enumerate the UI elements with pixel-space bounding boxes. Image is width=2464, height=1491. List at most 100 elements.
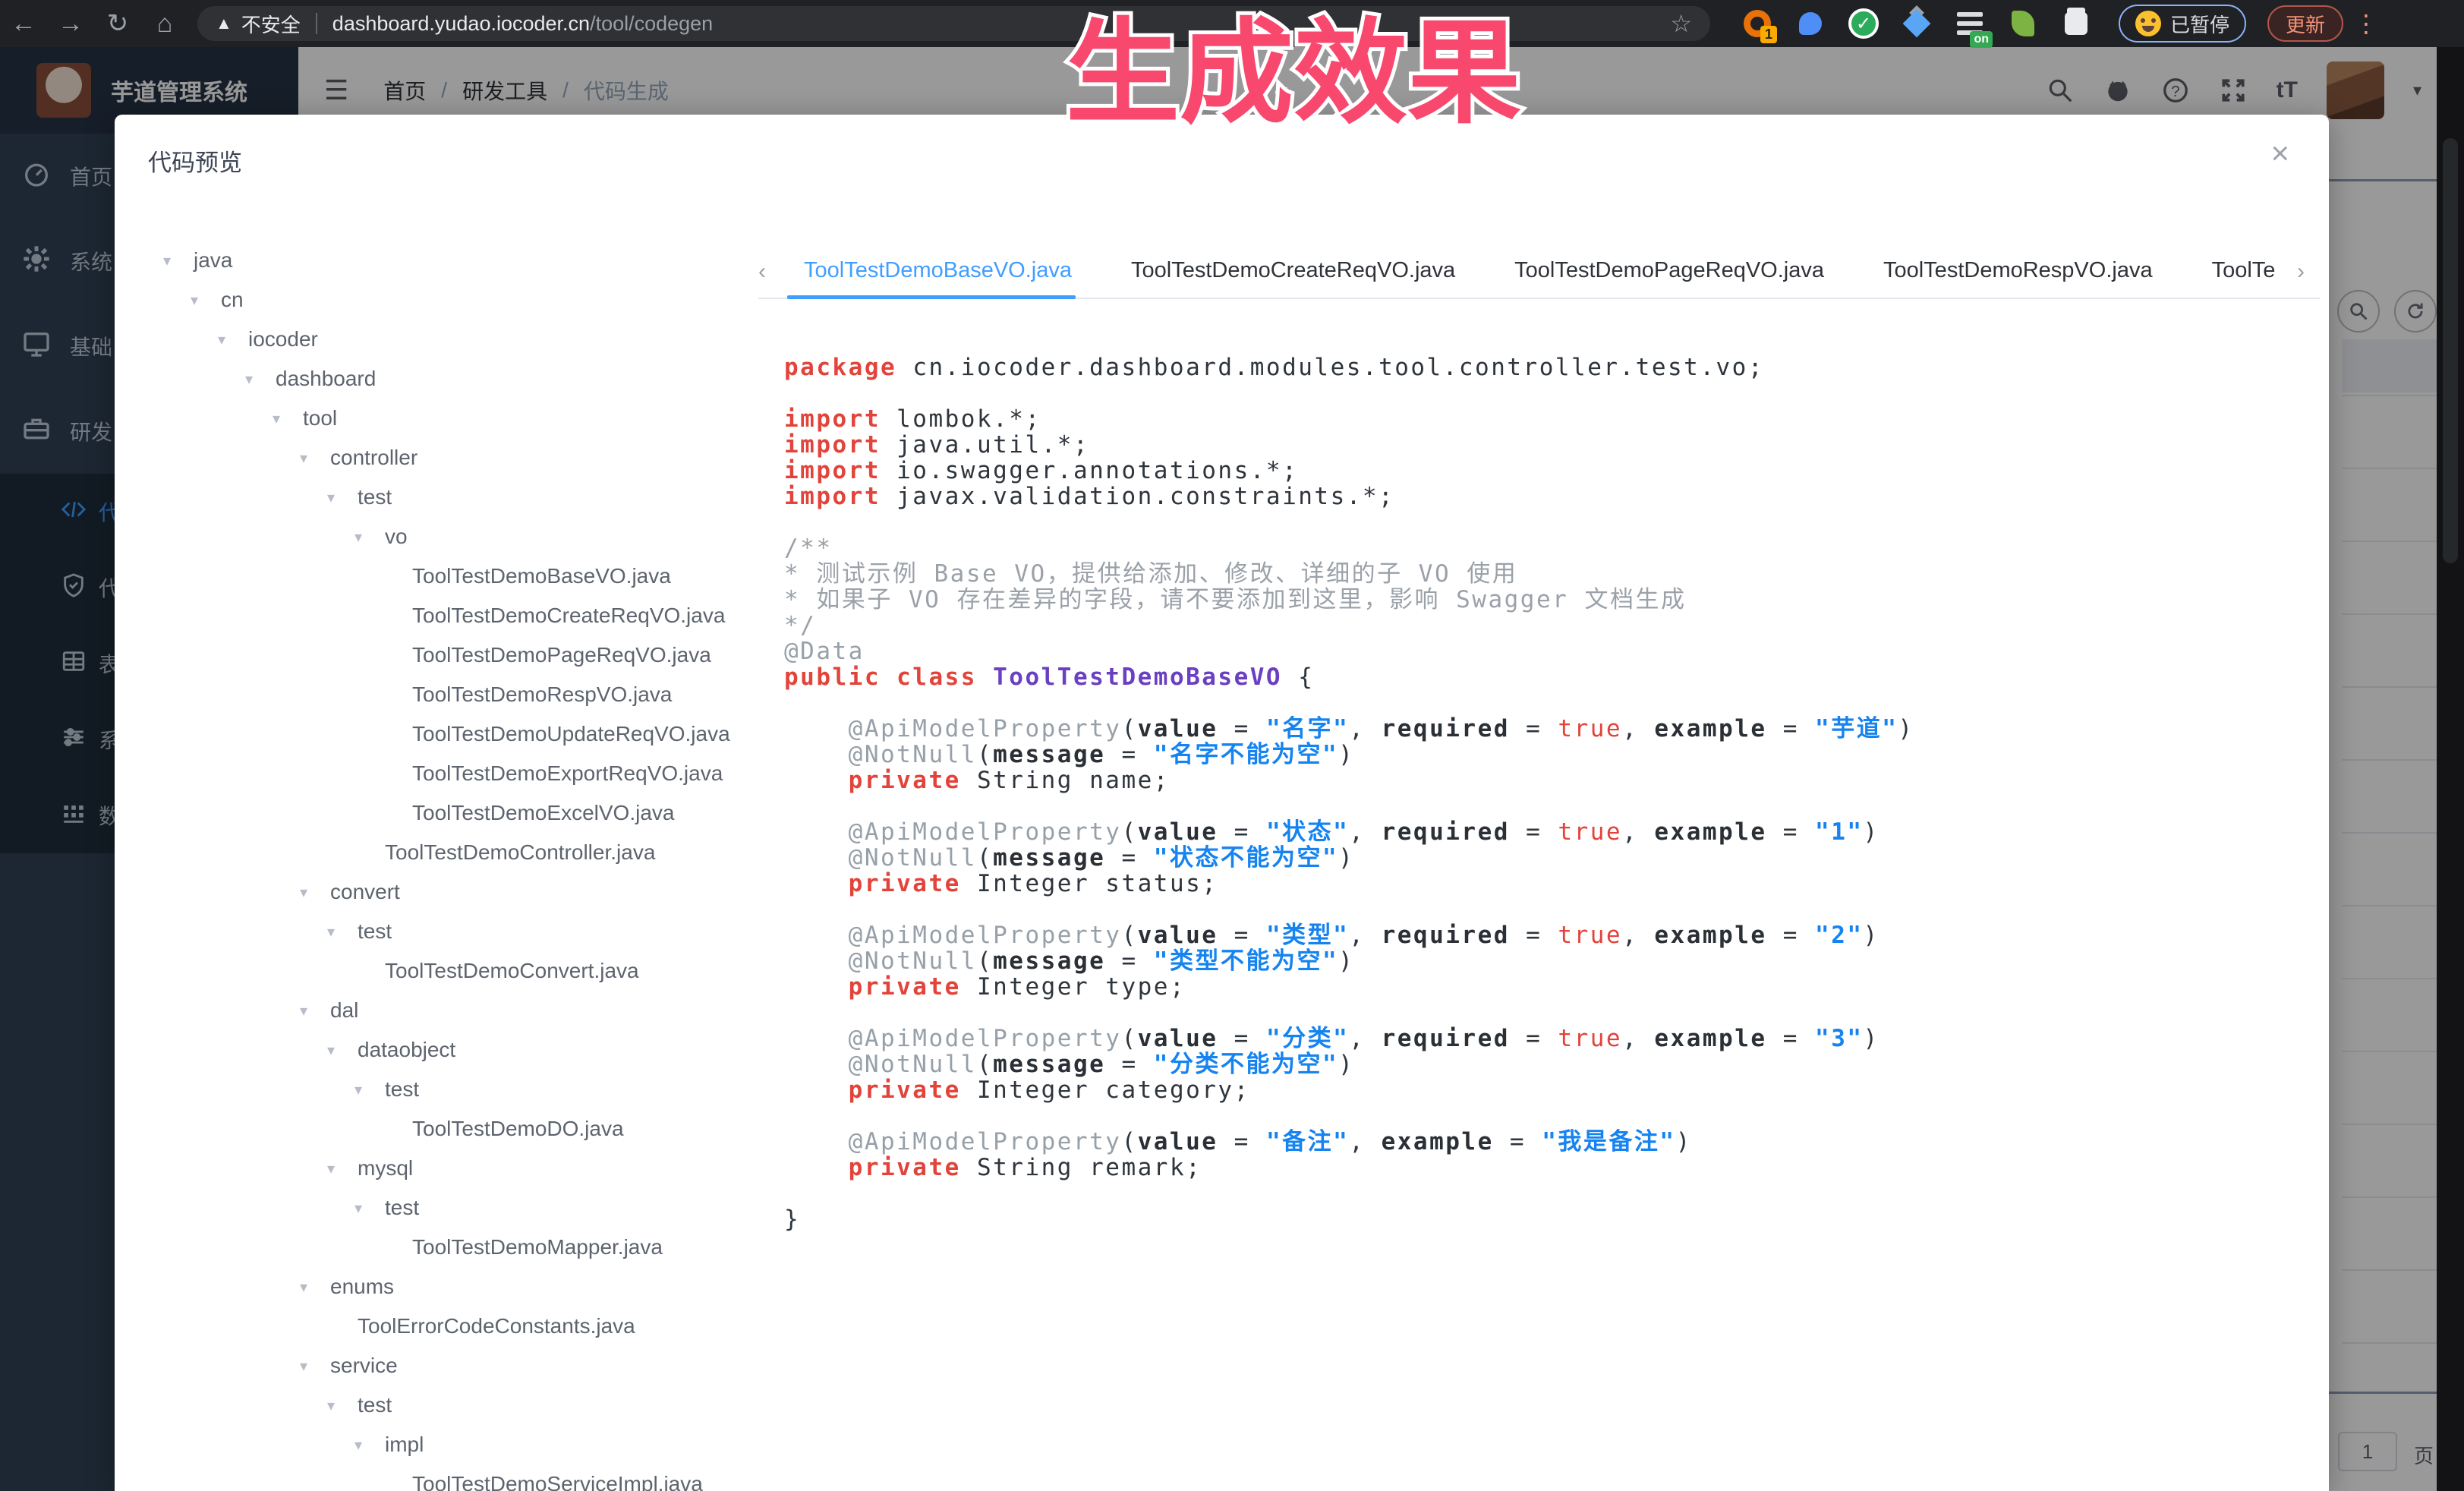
tree-node-file[interactable]: ToolTestDemoMapper.java: [115, 1228, 767, 1267]
tree-node-folder[interactable]: ▾convert: [115, 872, 767, 912]
extension-blue-drop-icon[interactable]: [1794, 7, 1827, 40]
code-token: @NotNull: [849, 1051, 977, 1078]
tree-node-folder[interactable]: ▾test: [115, 478, 767, 517]
extension-plant-icon[interactable]: [2006, 7, 2040, 40]
extension-puzzle-icon[interactable]: [2059, 7, 2093, 40]
tree-node-file[interactable]: ToolTestDemoDO.java: [115, 1109, 767, 1149]
browser-update-button[interactable]: 更新: [2267, 5, 2343, 42]
tree-node-folder[interactable]: ▾test: [115, 1385, 767, 1425]
tree-node-folder[interactable]: ▾test: [115, 1188, 767, 1228]
tree-node-folder[interactable]: ▾iocoder: [115, 320, 767, 359]
profile-paused-chip[interactable]: 已暂停: [2119, 5, 2246, 43]
code-token: "我是备注": [1542, 1128, 1675, 1155]
home-icon[interactable]: ⌂: [141, 9, 188, 39]
code-token: @ApiModelProperty: [849, 818, 1122, 846]
caret-down-icon[interactable]: ▾: [218, 330, 248, 349]
caret-down-icon[interactable]: ▾: [327, 922, 358, 941]
code-token: ,: [1622, 922, 1654, 949]
back-icon[interactable]: ←: [0, 9, 47, 39]
tree-node-file[interactable]: ToolTestDemoController.java: [115, 833, 767, 872]
caret-down-icon[interactable]: ▾: [300, 1278, 330, 1297]
caret-down-icon[interactable]: ▾: [354, 1199, 385, 1218]
tree-node-file[interactable]: ToolTestDemoPageReqVO.java: [115, 635, 767, 675]
caret-down-icon[interactable]: ▾: [354, 528, 385, 547]
caret-down-icon[interactable]: ▾: [354, 1436, 385, 1455]
caret-down-icon[interactable]: ▾: [191, 291, 221, 310]
caret-down-icon[interactable]: ▾: [300, 449, 330, 468]
code-token: =: [1105, 741, 1154, 768]
extension-green-check-icon[interactable]: ✓: [1847, 7, 1880, 40]
code-token: =: [1510, 922, 1558, 949]
tree-node-label: ToolTestDemoServiceImpl.java: [412, 1472, 703, 1491]
tab-file-0[interactable]: ToolTestDemoBaseVO.java: [804, 258, 1072, 286]
caret-down-icon[interactable]: ▾: [327, 488, 358, 507]
tree-node-folder[interactable]: ▾impl: [115, 1425, 767, 1464]
code-token: ): [1676, 1128, 1692, 1155]
tree-node-folder[interactable]: ▾mysql: [115, 1149, 767, 1188]
tree-node-file[interactable]: ToolTestDemoBaseVO.java: [115, 556, 767, 596]
url-path: /tool/codegen: [590, 12, 713, 36]
tree-node-file[interactable]: ToolTestDemoExcelVO.java: [115, 793, 767, 833]
tree-node-folder[interactable]: ▾vo: [115, 517, 767, 556]
tree-node-file[interactable]: ToolTestDemoUpdateReqVO.java: [115, 714, 767, 754]
caret-down-icon[interactable]: ▾: [273, 409, 303, 428]
tree-node-folder[interactable]: ▾dal: [115, 991, 767, 1030]
tab-file-1[interactable]: ToolTestDemoCreateReqVO.java: [1131, 258, 1455, 286]
code-line: [784, 1000, 1914, 1026]
tree-node-file[interactable]: ToolTestDemoConvert.java: [115, 951, 767, 991]
caret-down-icon[interactable]: ▾: [163, 251, 194, 270]
annotation-text: 生成效果: [1066, 8, 1521, 139]
tree-node-folder[interactable]: ▾dashboard: [115, 359, 767, 399]
code-token: (: [977, 844, 993, 872]
extension-badge: 1: [1760, 26, 1777, 43]
tree-node-folder[interactable]: ▾service: [115, 1346, 767, 1385]
browser-menu-icon[interactable]: ⋮: [2354, 9, 2378, 38]
caret-down-icon[interactable]: ▾: [327, 1041, 358, 1060]
tree-node-folder[interactable]: ▾enums: [115, 1267, 767, 1307]
tree-node-folder[interactable]: ▾tool: [115, 399, 767, 438]
extension-orange-ring-icon[interactable]: 1: [1741, 7, 1774, 40]
tree-node-folder[interactable]: ▾java: [115, 241, 767, 280]
code-token: Integer type;: [961, 973, 1186, 1001]
caret-down-icon[interactable]: ▾: [327, 1396, 358, 1415]
tree-node-label: mysql: [358, 1156, 413, 1181]
caret-down-icon[interactable]: ▾: [354, 1080, 385, 1099]
extension-list-icon[interactable]: on: [1953, 7, 1987, 40]
caret-down-icon[interactable]: ▾: [300, 883, 330, 902]
tree-node-file[interactable]: ToolTestDemoServiceImpl.java: [115, 1464, 767, 1491]
caret-down-icon[interactable]: ▾: [300, 1357, 330, 1376]
bookmark-star-icon[interactable]: ☆: [1670, 9, 1692, 38]
caret-down-icon[interactable]: ▾: [245, 370, 276, 389]
code-token: @ApiModelProperty: [849, 1025, 1122, 1052]
code-token: =: [1218, 818, 1266, 846]
code-token: public class: [784, 664, 977, 691]
caret-down-icon[interactable]: ▾: [300, 1001, 330, 1020]
code-token: io.swagger.annotations.*;: [881, 457, 1298, 484]
code-token: =: [1767, 715, 1816, 742]
tab-file-3[interactable]: ToolTestDemoRespVO.java: [1883, 258, 2153, 286]
code-token: String remark;: [961, 1154, 1202, 1181]
tab-file-2[interactable]: ToolTestDemoPageReqVO.java: [1514, 258, 1824, 286]
tree-node-file[interactable]: ToolTestDemoCreateReqVO.java: [115, 596, 767, 635]
code-token: =: [1105, 844, 1154, 872]
tabs-scroll-left-icon[interactable]: ‹: [758, 259, 790, 285]
close-icon[interactable]: ×: [2270, 137, 2289, 169]
tree-node-file[interactable]: ToolTestDemoExportReqVO.java: [115, 754, 767, 793]
tabs-scroll-right-icon[interactable]: ›: [2297, 259, 2329, 285]
tree-node-file[interactable]: ToolTestDemoRespVO.java: [115, 675, 767, 714]
tree-node-file[interactable]: ToolErrorCodeConstants.java: [115, 1307, 767, 1346]
code-line: @NotNull(message = "状态不能为空"): [784, 845, 1914, 871]
caret-down-icon[interactable]: ▾: [327, 1159, 358, 1178]
reload-icon[interactable]: ↻: [94, 8, 141, 39]
forward-icon[interactable]: →: [47, 9, 94, 39]
tree-node-folder[interactable]: ▾controller: [115, 438, 767, 478]
code-token: (: [1121, 1025, 1137, 1052]
tree-node-folder[interactable]: ▾test: [115, 1070, 767, 1109]
tree-node-folder[interactable]: ▾test: [115, 912, 767, 951]
tree-node-folder[interactable]: ▾dataobject: [115, 1030, 767, 1070]
tab-file-4[interactable]: ToolTe: [2212, 258, 2276, 286]
security-warning-icon[interactable]: ▲: [216, 14, 232, 33]
extension-blue-diamond-icon[interactable]: [1900, 7, 1933, 40]
tree-node-folder[interactable]: ▾cn: [115, 280, 767, 320]
code-line: private Integer status;: [784, 871, 1914, 897]
